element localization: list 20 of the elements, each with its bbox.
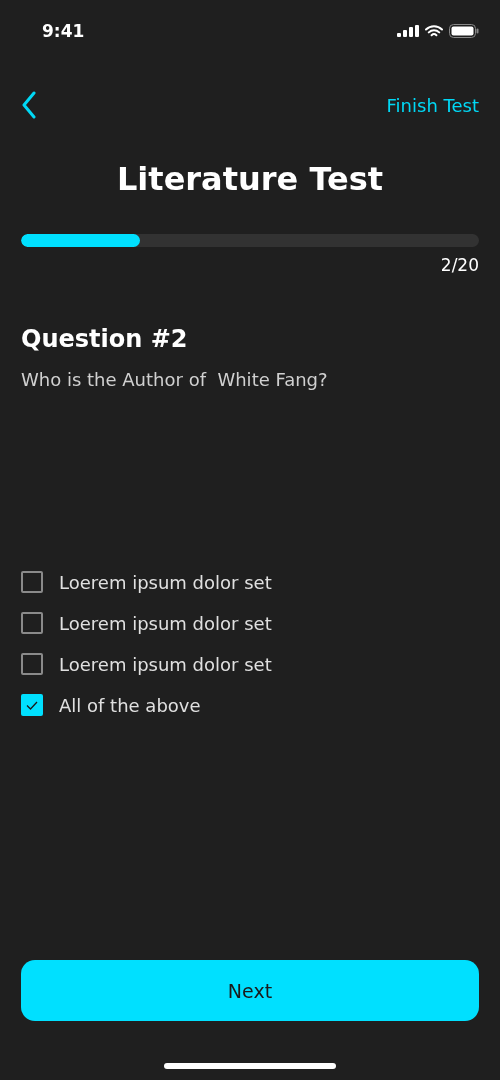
checkbox[interactable] xyxy=(21,694,43,716)
option-label: Loerem ipsum dolor set xyxy=(59,571,272,593)
check-icon xyxy=(26,700,38,710)
status-time: 9:41 xyxy=(42,21,85,41)
checkbox[interactable] xyxy=(21,571,43,593)
signal-icon xyxy=(397,25,419,37)
question-heading: Question #2 xyxy=(21,325,189,353)
back-button[interactable] xyxy=(21,91,37,119)
checkbox[interactable] xyxy=(21,612,43,634)
next-button[interactable]: Next xyxy=(21,960,479,1021)
page-title: Literature Test xyxy=(115,159,385,200)
finish-test-link[interactable]: Finish Test xyxy=(386,94,479,116)
checkbox[interactable] xyxy=(21,653,43,675)
option-label: Loerem ipsum dolor set xyxy=(59,653,272,675)
option-label: Loerem ipsum dolor set xyxy=(59,612,272,634)
option-label: All of the above xyxy=(59,694,201,716)
wifi-icon xyxy=(425,24,443,38)
battery-icon xyxy=(449,24,479,38)
progress-counter: 2/20 xyxy=(440,255,479,275)
question-text: Who is the Author of White Fang? xyxy=(21,369,329,390)
